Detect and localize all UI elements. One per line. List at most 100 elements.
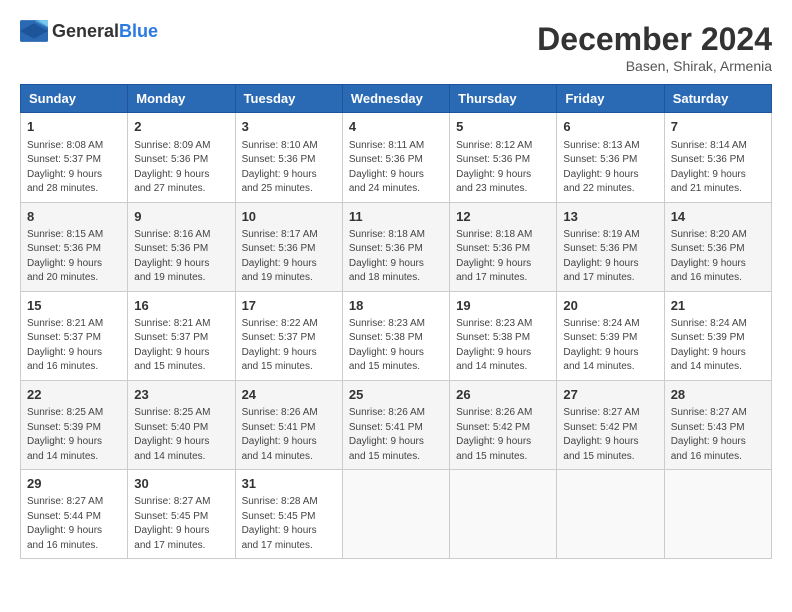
day-info: Sunrise: 8:24 AMSunset: 5:39 PMDaylight:… — [563, 317, 657, 375]
day-info: Sunrise: 8:18 AMSunset: 5:36 PMDaylight:… — [349, 228, 443, 286]
calendar-day-cell: 30Sunrise: 8:27 AMSunset: 5:45 PMDayligh… — [128, 470, 235, 559]
calendar-day-cell: 24 Sunrise: 8:26 AMSunset: 5:41 PMDayligh… — [235, 380, 342, 469]
day-number: 25 — [349, 386, 443, 404]
calendar-day-cell: 5Sunrise: 8:12 AMSunset: 5:36 PMDaylight… — [450, 113, 557, 202]
day-number: 21 — [671, 297, 765, 315]
day-number: 20 — [563, 297, 657, 315]
calendar-day-cell: 14Sunrise: 8:20 AMSunset: 5:36 PMDayligh… — [664, 202, 771, 291]
day-number: 8 — [27, 208, 121, 226]
day-info: Sunrise: 8:28 AMSunset: 5:45 PMDaylight:… — [242, 495, 336, 553]
day-info: Sunrise: 8:23 AMSunset: 5:38 PMDaylight:… — [456, 317, 550, 375]
calendar-day-cell: 6 Sunrise: 8:13 AMSunset: 5:36 PMDaylight… — [557, 113, 664, 202]
calendar-day-cell: 7 Sunrise: 8:14 AMSunset: 5:36 PMDaylight… — [664, 113, 771, 202]
weekday-header-sunday: Sunday — [21, 85, 128, 113]
day-number: 13 — [563, 208, 657, 226]
logo: GeneralBlue — [20, 20, 158, 42]
day-number: 9 — [134, 208, 228, 226]
day-info: Sunrise: 8:16 AMSunset: 5:36 PMDaylight:… — [134, 228, 228, 286]
calendar-week-row: 8Sunrise: 8:15 AMSunset: 5:36 PMDaylight… — [21, 202, 772, 291]
day-info: Sunrise: 8:19 AMSunset: 5:36 PMDaylight:… — [563, 228, 657, 286]
day-info: Sunrise: 8:27 AMSunset: 5:42 PMDaylight:… — [563, 406, 657, 464]
day-info: Sunrise: 8:14 AMSunset: 5:36 PMDaylight:… — [671, 139, 765, 197]
day-info: Sunrise: 8:20 AMSunset: 5:36 PMDaylight:… — [671, 228, 765, 286]
day-info: Sunrise: 8:09 AMSunset: 5:36 PMDaylight:… — [134, 139, 228, 197]
calendar-day-cell: 16 Sunrise: 8:21 AMSunset: 5:37 PMDayligh… — [128, 291, 235, 380]
logo-blue: Blue — [119, 21, 158, 41]
day-number: 29 — [27, 475, 121, 493]
calendar-day-cell: 12 Sunrise: 8:18 AMSunset: 5:36 PMDayligh… — [450, 202, 557, 291]
day-info: Sunrise: 8:13 AMSunset: 5:36 PMDaylight:… — [563, 139, 657, 197]
day-number: 10 — [242, 208, 336, 226]
weekday-header-saturday: Saturday — [664, 85, 771, 113]
weekday-header-row: SundayMondayTuesdayWednesdayThursdayFrid… — [21, 85, 772, 113]
calendar-week-row: 22 Sunrise: 8:25 AMSunset: 5:39 PMDayligh… — [21, 380, 772, 469]
calendar-day-cell: 19 Sunrise: 8:23 AMSunset: 5:38 PMDayligh… — [450, 291, 557, 380]
day-number: 16 — [134, 297, 228, 315]
day-info: Sunrise: 8:25 AMSunset: 5:40 PMDaylight:… — [134, 406, 228, 464]
calendar-day-cell: 25 Sunrise: 8:26 AMSunset: 5:41 PMDayligh… — [342, 380, 449, 469]
calendar-day-cell — [664, 470, 771, 559]
day-number: 23 — [134, 386, 228, 404]
day-info: Sunrise: 8:18 AMSunset: 5:36 PMDaylight:… — [456, 228, 550, 286]
calendar-day-cell: 1 Sunrise: 8:08 AMSunset: 5:37 PMDaylight… — [21, 113, 128, 202]
calendar-week-row: 15 Sunrise: 8:21 AMSunset: 5:37 PMDayligh… — [21, 291, 772, 380]
calendar-day-cell: 11 Sunrise: 8:18 AMSunset: 5:36 PMDayligh… — [342, 202, 449, 291]
calendar-day-cell: 29 Sunrise: 8:27 AMSunset: 5:44 PMDayligh… — [21, 470, 128, 559]
day-info: Sunrise: 8:21 AMSunset: 5:37 PMDaylight:… — [27, 317, 121, 375]
day-number: 3 — [242, 118, 336, 136]
calendar-day-cell: 9 Sunrise: 8:16 AMSunset: 5:36 PMDaylight… — [128, 202, 235, 291]
day-number: 22 — [27, 386, 121, 404]
calendar-day-cell: 4 Sunrise: 8:11 AMSunset: 5:36 PMDaylight… — [342, 113, 449, 202]
day-info: Sunrise: 8:26 AMSunset: 5:41 PMDaylight:… — [349, 406, 443, 464]
day-info: Sunrise: 8:10 AMSunset: 5:36 PMDaylight:… — [242, 139, 336, 197]
calendar-day-cell: 20 Sunrise: 8:24 AMSunset: 5:39 PMDayligh… — [557, 291, 664, 380]
weekday-header-monday: Monday — [128, 85, 235, 113]
day-info: Sunrise: 8:26 AMSunset: 5:41 PMDaylight:… — [242, 406, 336, 464]
day-number: 19 — [456, 297, 550, 315]
day-info: Sunrise: 8:26 AMSunset: 5:42 PMDaylight:… — [456, 406, 550, 464]
calendar-table: SundayMondayTuesdayWednesdayThursdayFrid… — [20, 84, 772, 559]
calendar-day-cell: 26Sunrise: 8:26 AMSunset: 5:42 PMDayligh… — [450, 380, 557, 469]
day-number: 2 — [134, 118, 228, 136]
weekday-header-thursday: Thursday — [450, 85, 557, 113]
day-info: Sunrise: 8:27 AMSunset: 5:44 PMDaylight:… — [27, 495, 121, 553]
title-area: December 2024 Basen, Shirak, Armenia — [537, 20, 772, 74]
day-number: 28 — [671, 386, 765, 404]
calendar-day-cell — [557, 470, 664, 559]
calendar-day-cell: 2 Sunrise: 8:09 AMSunset: 5:36 PMDaylight… — [128, 113, 235, 202]
day-number: 1 — [27, 118, 121, 136]
calendar-day-cell — [450, 470, 557, 559]
day-number: 4 — [349, 118, 443, 136]
calendar-day-cell: 27Sunrise: 8:27 AMSunset: 5:42 PMDayligh… — [557, 380, 664, 469]
calendar-day-cell: 15 Sunrise: 8:21 AMSunset: 5:37 PMDayligh… — [21, 291, 128, 380]
day-info: Sunrise: 8:22 AMSunset: 5:37 PMDaylight:… — [242, 317, 336, 375]
day-number: 11 — [349, 208, 443, 226]
day-number: 24 — [242, 386, 336, 404]
day-info: Sunrise: 8:24 AMSunset: 5:39 PMDaylight:… — [671, 317, 765, 375]
calendar-body: 1 Sunrise: 8:08 AMSunset: 5:37 PMDaylight… — [21, 113, 772, 559]
calendar-day-cell: 13 Sunrise: 8:19 AMSunset: 5:36 PMDayligh… — [557, 202, 664, 291]
day-info: Sunrise: 8:27 AMSunset: 5:45 PMDaylight:… — [134, 495, 228, 553]
day-number: 7 — [671, 118, 765, 136]
calendar-day-cell: 3 Sunrise: 8:10 AMSunset: 5:36 PMDaylight… — [235, 113, 342, 202]
calendar-day-cell: 18Sunrise: 8:23 AMSunset: 5:38 PMDayligh… — [342, 291, 449, 380]
day-info: Sunrise: 8:08 AMSunset: 5:37 PMDaylight:… — [27, 139, 121, 197]
day-info: Sunrise: 8:27 AMSunset: 5:43 PMDaylight:… — [671, 406, 765, 464]
calendar-day-cell: 17Sunrise: 8:22 AMSunset: 5:37 PMDayligh… — [235, 291, 342, 380]
calendar-header: SundayMondayTuesdayWednesdayThursdayFrid… — [21, 85, 772, 113]
day-info: Sunrise: 8:23 AMSunset: 5:38 PMDaylight:… — [349, 317, 443, 375]
day-number: 6 — [563, 118, 657, 136]
logo-text-group: GeneralBlue — [52, 21, 158, 42]
day-info: Sunrise: 8:25 AMSunset: 5:39 PMDaylight:… — [27, 406, 121, 464]
day-number: 12 — [456, 208, 550, 226]
header: GeneralBlue December 2024 Basen, Shirak,… — [20, 20, 772, 74]
calendar-day-cell: 8Sunrise: 8:15 AMSunset: 5:36 PMDaylight… — [21, 202, 128, 291]
calendar-day-cell: 28 Sunrise: 8:27 AMSunset: 5:43 PMDayligh… — [664, 380, 771, 469]
day-number: 15 — [27, 297, 121, 315]
day-number: 5 — [456, 118, 550, 136]
day-info: Sunrise: 8:17 AMSunset: 5:36 PMDaylight:… — [242, 228, 336, 286]
weekday-header-wednesday: Wednesday — [342, 85, 449, 113]
logo-general: General — [52, 21, 119, 41]
day-info: Sunrise: 8:11 AMSunset: 5:36 PMDaylight:… — [349, 139, 443, 197]
day-info: Sunrise: 8:21 AMSunset: 5:37 PMDaylight:… — [134, 317, 228, 375]
